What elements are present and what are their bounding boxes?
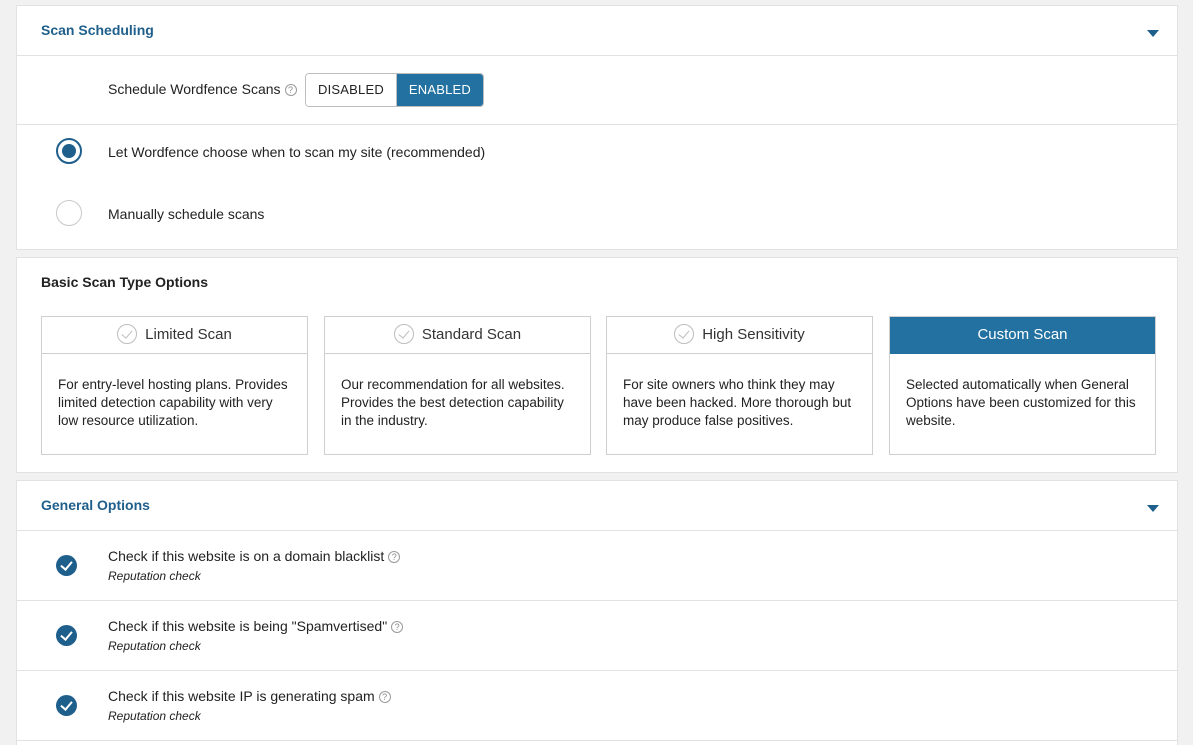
check-circle-icon xyxy=(393,324,414,344)
option-label: Check if this website is being "Spamvert… xyxy=(108,618,404,634)
radio-label-auto: Let Wordfence choose when to scan my sit… xyxy=(108,144,486,160)
basic-scan-type-title: Basic Scan Type Options xyxy=(41,274,209,290)
general-options-panel: General Options Check if this website is… xyxy=(16,480,1178,745)
help-icon[interactable]: ? xyxy=(378,691,391,703)
scan-card-high-sensitivity[interactable]: High Sensitivity For site owners who thi… xyxy=(606,316,873,455)
radio-label-manual: Manually schedule scans xyxy=(108,206,265,222)
help-icon[interactable]: ? xyxy=(284,84,297,96)
schedule-scans-row: Schedule Wordfence Scans? DISABLED ENABL… xyxy=(17,56,1177,125)
scan-card-limited[interactable]: Limited Scan For entry-level hosting pla… xyxy=(41,316,308,455)
scan-scheduling-header[interactable]: Scan Scheduling xyxy=(17,6,1177,56)
radio-button-unchecked[interactable] xyxy=(56,200,82,226)
collapse-caret-icon[interactable] xyxy=(1147,505,1159,512)
schedule-scans-toggle[interactable]: DISABLED ENABLED xyxy=(305,73,484,107)
scan-card-description: Selected automatically when General Opti… xyxy=(906,377,1136,428)
general-options-header[interactable]: General Options xyxy=(17,481,1177,531)
toggle-enabled-button[interactable]: ENABLED xyxy=(396,74,483,106)
scan-scheduling-panel: Scan Scheduling Schedule Wordfence Scans… xyxy=(16,5,1178,250)
help-icon[interactable]: ? xyxy=(391,621,404,633)
check-circle-icon xyxy=(674,324,695,344)
scan-card-header[interactable]: High Sensitivity xyxy=(607,317,872,354)
general-options-title: General Options xyxy=(41,497,150,513)
check-circle-icon xyxy=(117,324,138,344)
schedule-scans-label: Schedule Wordfence Scans? xyxy=(108,81,297,97)
scan-scheduling-title: Scan Scheduling xyxy=(41,22,154,38)
radio-option-auto[interactable]: Let Wordfence choose when to scan my sit… xyxy=(17,125,1177,187)
collapse-caret-icon[interactable] xyxy=(1147,30,1159,37)
checkbox-checked-icon[interactable] xyxy=(56,695,77,716)
help-icon[interactable]: ? xyxy=(388,551,401,563)
scan-card-header[interactable]: Limited Scan xyxy=(42,317,307,354)
checkbox-checked-icon[interactable] xyxy=(56,625,77,646)
scan-card-description: For entry-level hosting plans. Provides … xyxy=(58,377,288,428)
option-row-ip-spam: Check if this website IP is generating s… xyxy=(17,671,1177,741)
scan-card-custom[interactable]: Custom Scan Selected automatically when … xyxy=(889,316,1156,455)
scan-card-description: For site owners who think they may have … xyxy=(623,377,852,428)
basic-scan-type-panel: Basic Scan Type Options Limited Scan For… xyxy=(16,257,1178,473)
scan-card-header[interactable]: Standard Scan xyxy=(325,317,590,354)
option-sublabel: Reputation check xyxy=(108,709,201,723)
radio-option-manual[interactable]: Manually schedule scans xyxy=(17,187,1177,249)
scan-card-standard[interactable]: Standard Scan Our recommendation for all… xyxy=(324,316,591,455)
scan-card-description: Our recommendation for all websites. Pro… xyxy=(341,377,565,428)
option-label: Check if this website is on a domain bla… xyxy=(108,548,401,564)
option-label: Check if this website IP is generating s… xyxy=(108,688,391,704)
option-sublabel: Reputation check xyxy=(108,639,201,653)
option-row-spamvertised: Check if this website is being "Spamvert… xyxy=(17,601,1177,671)
toggle-disabled-button[interactable]: DISABLED xyxy=(306,74,397,106)
option-sublabel: Reputation check xyxy=(108,569,201,583)
radio-button-checked[interactable] xyxy=(56,138,82,164)
scan-card-header[interactable]: Custom Scan xyxy=(890,317,1155,354)
option-row-domain-blacklist: Check if this website is on a domain bla… xyxy=(17,531,1177,601)
checkbox-checked-icon[interactable] xyxy=(56,555,77,576)
